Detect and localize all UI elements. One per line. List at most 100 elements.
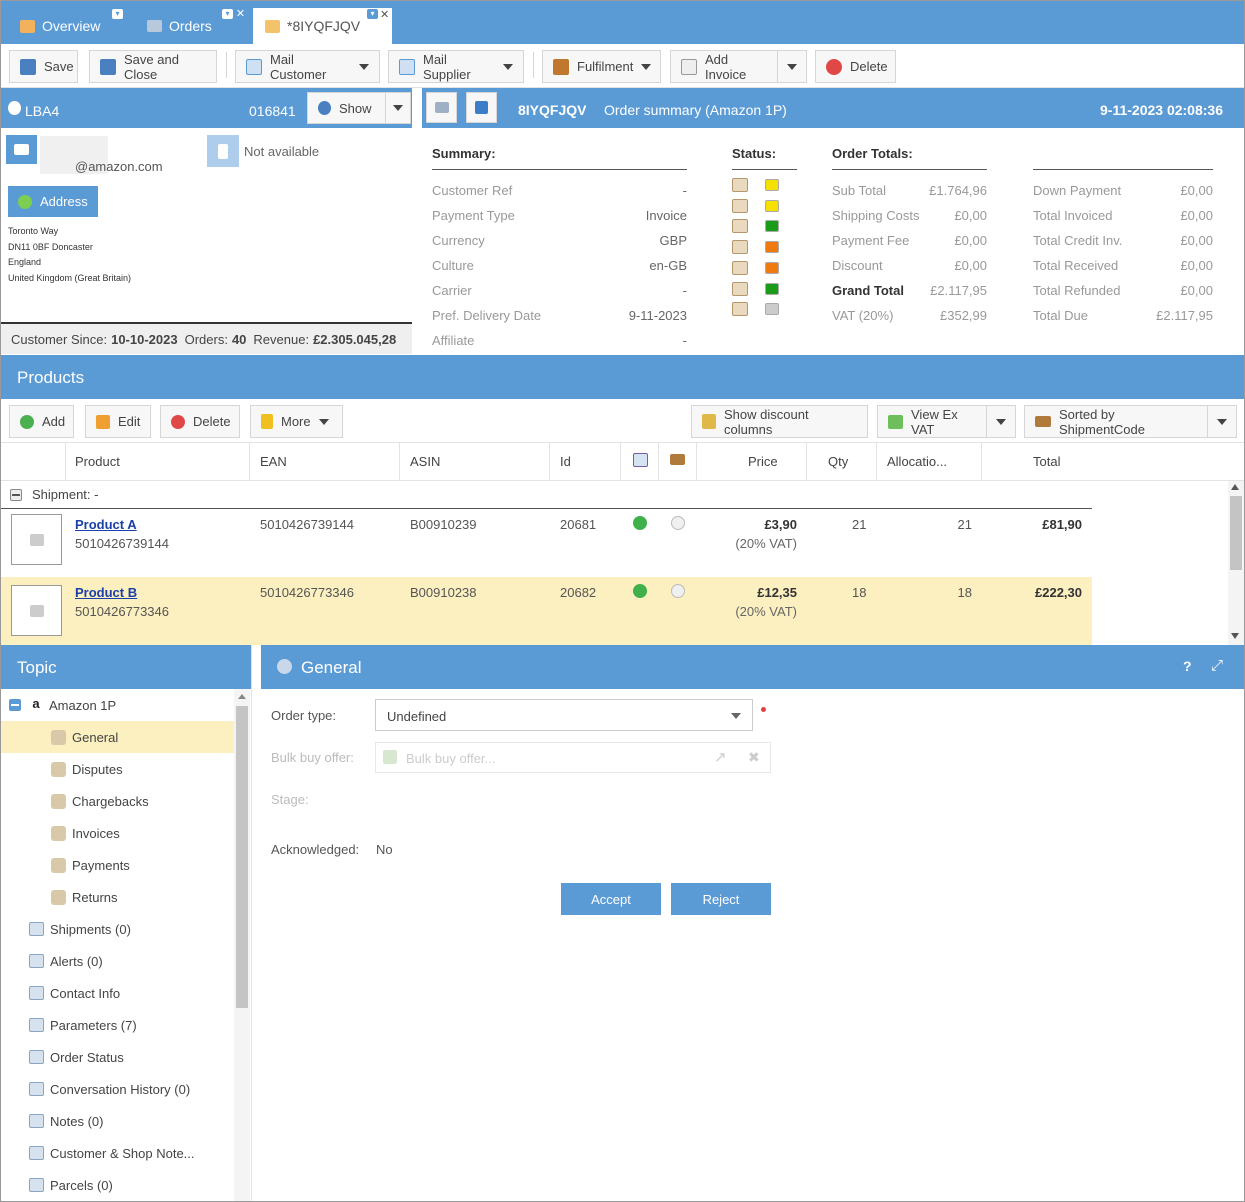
address-line: England — [8, 257, 42, 267]
fulfilment-button[interactable]: Fulfilment — [542, 50, 661, 83]
chevron-down-icon — [503, 63, 513, 70]
amazon-icon: a — [29, 697, 43, 712]
col-qty[interactable]: Qty — [828, 443, 848, 481]
tab-label: Overview — [42, 18, 101, 34]
status-indicator — [765, 220, 779, 233]
tree-item-parameters-7-[interactable]: Parameters (7) — [29, 1009, 137, 1041]
phone-button[interactable] — [207, 135, 239, 167]
add-invoice-button[interactable]: Add Invoice — [670, 50, 778, 83]
totals-row: Discount £0,00 — [832, 258, 987, 273]
product-asin: B00910239 — [410, 517, 477, 532]
sort-dropdown[interactable] — [1207, 405, 1237, 438]
tab-menu-icon[interactable]: ▾ — [112, 9, 123, 19]
tab-menu-icon[interactable]: ▾ — [367, 9, 378, 19]
collapse-icon[interactable] — [10, 488, 22, 501]
col-total[interactable]: Total — [1033, 443, 1060, 481]
totals-heading: Order Totals: — [832, 146, 987, 170]
delete-icon — [171, 414, 185, 429]
basket-button[interactable] — [426, 92, 457, 123]
product-id: 20682 — [560, 585, 597, 600]
col-id[interactable]: Id — [560, 443, 571, 481]
email-address: @amazon.com — [75, 159, 163, 174]
house-icon — [732, 178, 748, 192]
add-product-button[interactable]: Add — [9, 405, 74, 438]
open-link-icon[interactable]: ↗ — [714, 748, 727, 766]
tree-item-disputes[interactable]: Disputes — [0, 753, 234, 785]
chart-icon[interactable] — [633, 453, 648, 467]
tree-item-alerts-0-[interactable]: Alerts (0) — [29, 945, 103, 977]
radio-icon[interactable] — [671, 516, 685, 530]
delete-product-button[interactable]: Delete — [160, 405, 240, 438]
col-product[interactable]: Product — [75, 443, 120, 481]
return-icon — [51, 889, 66, 905]
totals-row: VAT (20%) £352,99 — [832, 308, 987, 323]
tree-item-order-status[interactable]: Order Status — [29, 1041, 124, 1073]
add-invoice-dropdown[interactable] — [777, 50, 807, 83]
shipment-group[interactable]: Shipment: - — [0, 481, 1092, 509]
order-type-select[interactable]: Undefined — [375, 699, 753, 731]
address-button[interactable]: Address — [8, 186, 98, 217]
tree-item-customer-shop-note-[interactable]: Customer & Shop Note... — [29, 1137, 195, 1169]
tab-label: Orders — [169, 18, 212, 34]
delete-button[interactable]: Delete — [815, 50, 896, 83]
show-discount-button[interactable]: Show discount columns — [691, 405, 868, 438]
topic-scrollbar[interactable] — [234, 689, 250, 1202]
sort-button[interactable]: Sorted by ShipmentCode — [1024, 405, 1208, 438]
clear-icon[interactable]: ✖ — [748, 749, 760, 766]
tree-item-conversation-history-0-[interactable]: Conversation History (0) — [29, 1073, 190, 1105]
collapse-icon[interactable] — [9, 699, 21, 711]
product-link[interactable]: Product B — [75, 585, 137, 600]
view-ex-vat-button[interactable]: View Ex VAT — [877, 405, 987, 438]
expand-icon[interactable]: ⤢ — [1211, 657, 1223, 674]
view-ex-vat-dropdown[interactable] — [986, 405, 1016, 438]
accept-button[interactable]: Accept — [561, 883, 661, 915]
products-scrollbar[interactable] — [1228, 481, 1244, 645]
save-close-button[interactable]: Save and Close — [89, 50, 217, 83]
status-indicator — [765, 241, 779, 254]
note-icon — [29, 1114, 44, 1128]
tree-item-invoices[interactable]: Invoices — [0, 817, 234, 849]
chevron-down-icon — [393, 105, 403, 111]
product-vat: (20% VAT) — [735, 536, 797, 551]
mail-supplier-button[interactable]: Mail Supplier — [388, 50, 524, 83]
radio-icon[interactable] — [671, 584, 685, 598]
mail-customer-button[interactable]: Mail Customer — [235, 50, 380, 83]
col-allocation[interactable]: Allocatio... — [887, 443, 947, 481]
phone-icon — [218, 143, 228, 159]
help-icon[interactable]: ? — [1183, 658, 1192, 674]
close-icon[interactable]: ✕ — [235, 9, 246, 20]
tree-item-payments[interactable]: Payments — [0, 849, 234, 881]
tree-item-general[interactable]: General — [0, 721, 234, 753]
tree-item-contact-info[interactable]: Contact Info — [29, 977, 120, 1009]
truck-icon[interactable] — [670, 454, 685, 465]
tree-root-amazon[interactable]: a Amazon 1P — [9, 689, 116, 721]
tab-overview[interactable]: Overview — [0, 8, 127, 44]
mail-icon — [246, 58, 262, 75]
close-icon[interactable]: ✕ — [380, 8, 389, 21]
email-button[interactable] — [6, 135, 37, 164]
tree-item-chargebacks[interactable]: Chargebacks — [0, 785, 234, 817]
col-price[interactable]: Price — [748, 443, 778, 481]
more-button[interactable]: More — [250, 405, 343, 438]
status-indicator — [765, 282, 779, 295]
tree-item-returns[interactable]: Returns — [0, 881, 234, 913]
tree-item-notes-0-[interactable]: Notes (0) — [29, 1105, 103, 1137]
flag-button[interactable] — [466, 92, 497, 123]
tree-item-parcels-0-[interactable]: Parcels (0) — [29, 1169, 113, 1201]
customer-name: LBA4 — [25, 103, 60, 119]
table-row[interactable]: Product A 5010426739144 5010426739144 B0… — [0, 509, 1092, 577]
alert-icon — [29, 954, 44, 968]
table-row[interactable]: Product B 5010426773346 5010426773346 B0… — [0, 577, 1092, 645]
save-button[interactable]: Save — [9, 50, 78, 83]
edit-product-button[interactable]: Edit — [85, 405, 151, 438]
tree-item-shipments-0-[interactable]: Shipments (0) — [29, 913, 131, 945]
product-image — [11, 585, 62, 636]
col-ean[interactable]: EAN — [260, 443, 287, 481]
show-button[interactable]: Show — [307, 92, 411, 124]
col-asin[interactable]: ASIN — [410, 443, 440, 481]
truck-icon — [1035, 416, 1051, 427]
reject-button[interactable]: Reject — [671, 883, 771, 915]
bulk-buy-field[interactable]: Bulk buy offer... ↗ ✖ — [375, 742, 771, 773]
tab-menu-icon[interactable]: ▾ — [222, 9, 233, 19]
product-link[interactable]: Product A — [75, 517, 137, 532]
